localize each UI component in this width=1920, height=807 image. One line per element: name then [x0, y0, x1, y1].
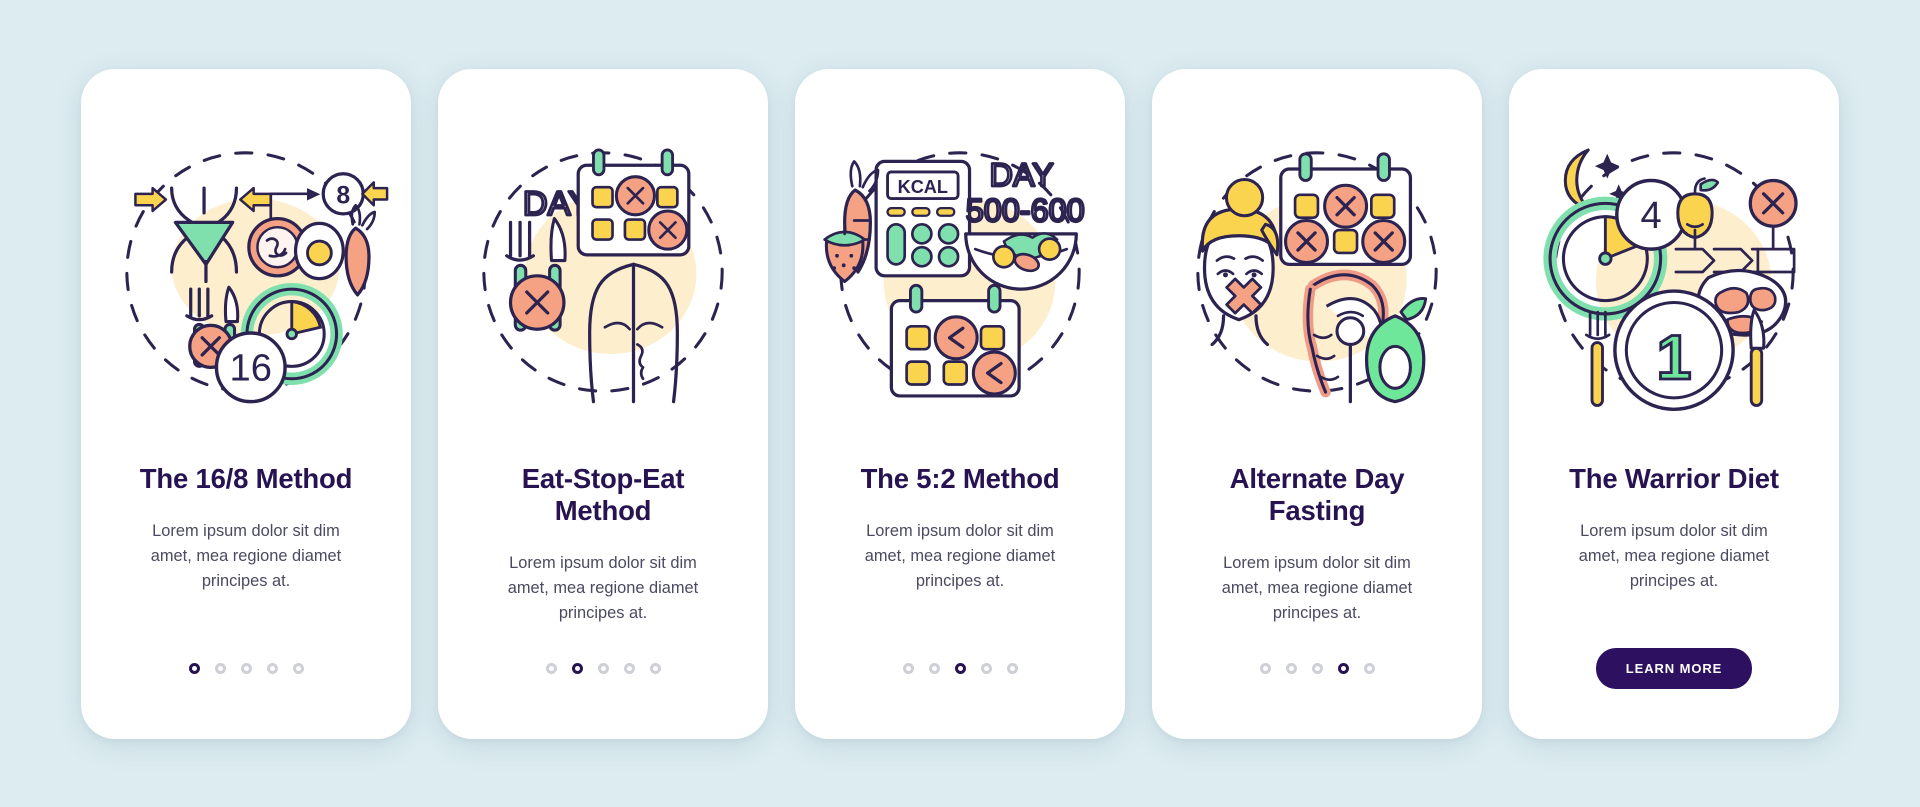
card-footer: [438, 599, 768, 739]
onboarding-card-5-2-method: KCAL DAY 500-600 The 5:2 Method Lorem ip…: [795, 68, 1125, 739]
svg-text:1: 1: [1657, 322, 1692, 392]
pagination-dot-3[interactable]: [597, 663, 609, 674]
page-body-text: Lorem ipsum dolor sit dim amet, mea regi…: [864, 521, 1056, 590]
onboarding-card-alternate-day-fasting: Alternate Day Fasting Lorem ipsum dolor …: [1152, 68, 1482, 739]
svg-text:500-600: 500-600: [966, 192, 1085, 228]
pagination-dots[interactable]: [902, 663, 1018, 674]
pagination-dot-5[interactable]: [649, 663, 661, 674]
onboarding-screens-row: .ol{fill:none;stroke:#2d2350;stroke-widt…: [0, 0, 1920, 807]
card-footer: [81, 599, 411, 739]
onboarding-card-16-8-method: .ol{fill:none;stroke:#2d2350;stroke-widt…: [81, 68, 411, 739]
warrior-diet-illustration: 4 1: [1531, 129, 1817, 415]
pagination-dots[interactable]: [188, 663, 304, 674]
svg-text:8: 8: [336, 182, 350, 209]
pagination-dot-1[interactable]: [902, 663, 914, 674]
onboarding-card-warrior-diet: 4 1 The Warrior Diet Lorem ipsum dolor s…: [1509, 68, 1839, 739]
page-body-text: Lorem ipsum dolor sit dim amet, mea regi…: [1578, 521, 1770, 590]
pagination-dot-2[interactable]: [571, 663, 583, 674]
pagination-dot-5[interactable]: [292, 663, 304, 674]
pagination-dot-2[interactable]: [1285, 663, 1297, 674]
page-title: The 5:2 Method: [860, 462, 1060, 494]
page-title: Eat-Stop-Eat Method: [521, 462, 685, 526]
page-title: The 16/8 Method: [139, 462, 353, 494]
svg-text:DAY: DAY: [990, 157, 1054, 193]
page-title: The Warrior Diet: [1569, 462, 1779, 494]
card-footer: [795, 599, 1125, 739]
pagination-dot-4[interactable]: [1337, 663, 1349, 674]
pagination-dot-4[interactable]: [266, 663, 278, 674]
pagination-dot-3[interactable]: [240, 663, 252, 674]
card-footer: LEARN MORE: [1509, 599, 1839, 739]
svg-text:4: 4: [1641, 194, 1662, 237]
pagination-dots[interactable]: [1259, 663, 1375, 674]
pagination-dot-2[interactable]: [214, 663, 226, 674]
pagination-dot-1[interactable]: [188, 663, 200, 674]
pagination-dot-1[interactable]: [1259, 663, 1271, 674]
eat-stop-eat-illustration: DAY: [460, 129, 746, 415]
svg-text:16: 16: [230, 346, 272, 389]
pagination-dot-4[interactable]: [980, 663, 992, 674]
pagination-dot-5[interactable]: [1363, 663, 1375, 674]
learn-more-button[interactable]: LEARN MORE: [1595, 648, 1753, 689]
pagination-dot-1[interactable]: [545, 663, 557, 674]
pagination-dot-4[interactable]: [623, 663, 635, 674]
alternate-day-fasting-illustration: [1174, 129, 1460, 415]
card-footer: [1152, 599, 1482, 739]
page-body-text: Lorem ipsum dolor sit dim amet, mea regi…: [150, 521, 342, 590]
onboarding-card-eat-stop-eat-method: DAY Eat-Stop-Eat Method Lorem ipsum dolo…: [438, 68, 768, 739]
sixteen-eight-method-illustration: .ol{fill:none;stroke:#2d2350;stroke-widt…: [103, 129, 389, 415]
pagination-dot-5[interactable]: [1006, 663, 1018, 674]
svg-text:KCAL: KCAL: [898, 176, 948, 196]
pagination-dot-3[interactable]: [954, 663, 966, 674]
five-two-method-illustration: KCAL DAY 500-600: [817, 129, 1103, 415]
pagination-dots[interactable]: [545, 663, 661, 674]
page-title: Alternate Day Fasting: [1229, 462, 1405, 526]
pagination-dot-2[interactable]: [928, 663, 940, 674]
pagination-dot-3[interactable]: [1311, 663, 1323, 674]
